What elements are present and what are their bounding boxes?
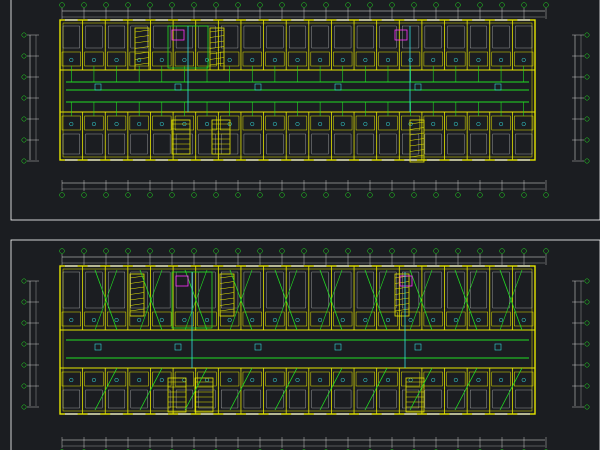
- model-space-background: [0, 0, 600, 450]
- cad-drawing-canvas: [0, 0, 600, 450]
